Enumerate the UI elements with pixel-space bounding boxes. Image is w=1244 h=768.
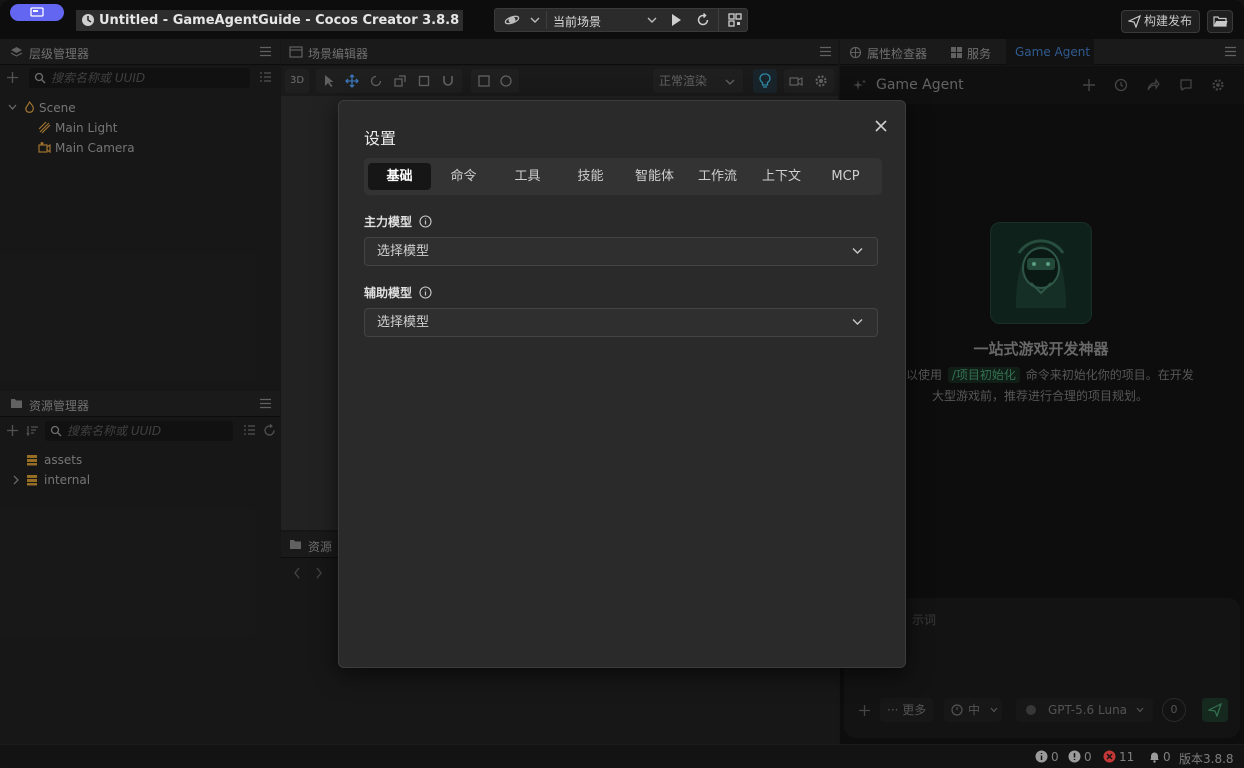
close-button[interactable] [873,118,889,134]
info-icon [419,215,432,228]
aux-model-label: 辅助模型 [364,284,432,301]
tab-commands[interactable]: 命令 [432,163,495,190]
open-folder-button[interactable] [1207,10,1233,33]
chevron-down-icon [852,248,863,254]
divider [718,9,719,31]
main-model-select[interactable]: 选择模型 [364,237,878,266]
play-icon[interactable] [669,12,683,28]
scene-select[interactable]: 当前场景 [553,13,601,30]
chevron-down-icon[interactable] [530,16,540,24]
app-menu-button[interactable] [10,4,64,21]
settings-dialog: 设置 基础 命令 工具 技能 智能体 工作流 上下文 MCP 主力模型 选择模型… [338,100,906,668]
tab-basic[interactable]: 基础 [368,163,431,190]
tab-context[interactable]: 上下文 [750,163,813,190]
divider [546,11,547,29]
aux-model-select[interactable]: 选择模型 [364,308,878,337]
settings-title: 设置 [364,129,397,148]
refresh-icon[interactable] [695,12,711,28]
window-title-text: Untitled - GameAgentGuide - Cocos Creato… [99,13,460,28]
info-icon [419,286,432,299]
folder-open-icon [1213,15,1228,28]
tab-tools[interactable]: 工具 [496,163,559,190]
chevron-down-icon[interactable] [647,16,657,24]
tab-agents[interactable]: 智能体 [623,163,686,190]
title-bar: Untitled - GameAgentGuide - Cocos Creato… [0,0,1244,39]
chevron-down-icon [852,319,863,325]
send-icon [1128,15,1141,28]
build-publish-button[interactable]: 构建发布 [1121,10,1200,33]
editor-window: Untitled - GameAgentGuide - Cocos Creato… [0,0,1244,768]
tab-skills[interactable]: 技能 [559,163,622,190]
settings-tabs: 基础 命令 工具 技能 智能体 工作流 上下文 MCP [364,158,882,195]
main-model-label: 主力模型 [364,213,432,230]
tab-mcp[interactable]: MCP [814,163,877,190]
window-title: Untitled - GameAgentGuide - Cocos Creato… [76,10,464,31]
scene-control: 当前场景 [494,8,748,32]
build-publish-label: 构建发布 [1144,14,1193,28]
planet-icon[interactable] [503,12,521,28]
cocos-logo-icon [81,13,95,27]
qr-code-icon[interactable] [727,12,743,28]
monitor-icon [30,7,44,17]
tab-workflow[interactable]: 工作流 [686,163,749,190]
close-icon [875,120,887,132]
